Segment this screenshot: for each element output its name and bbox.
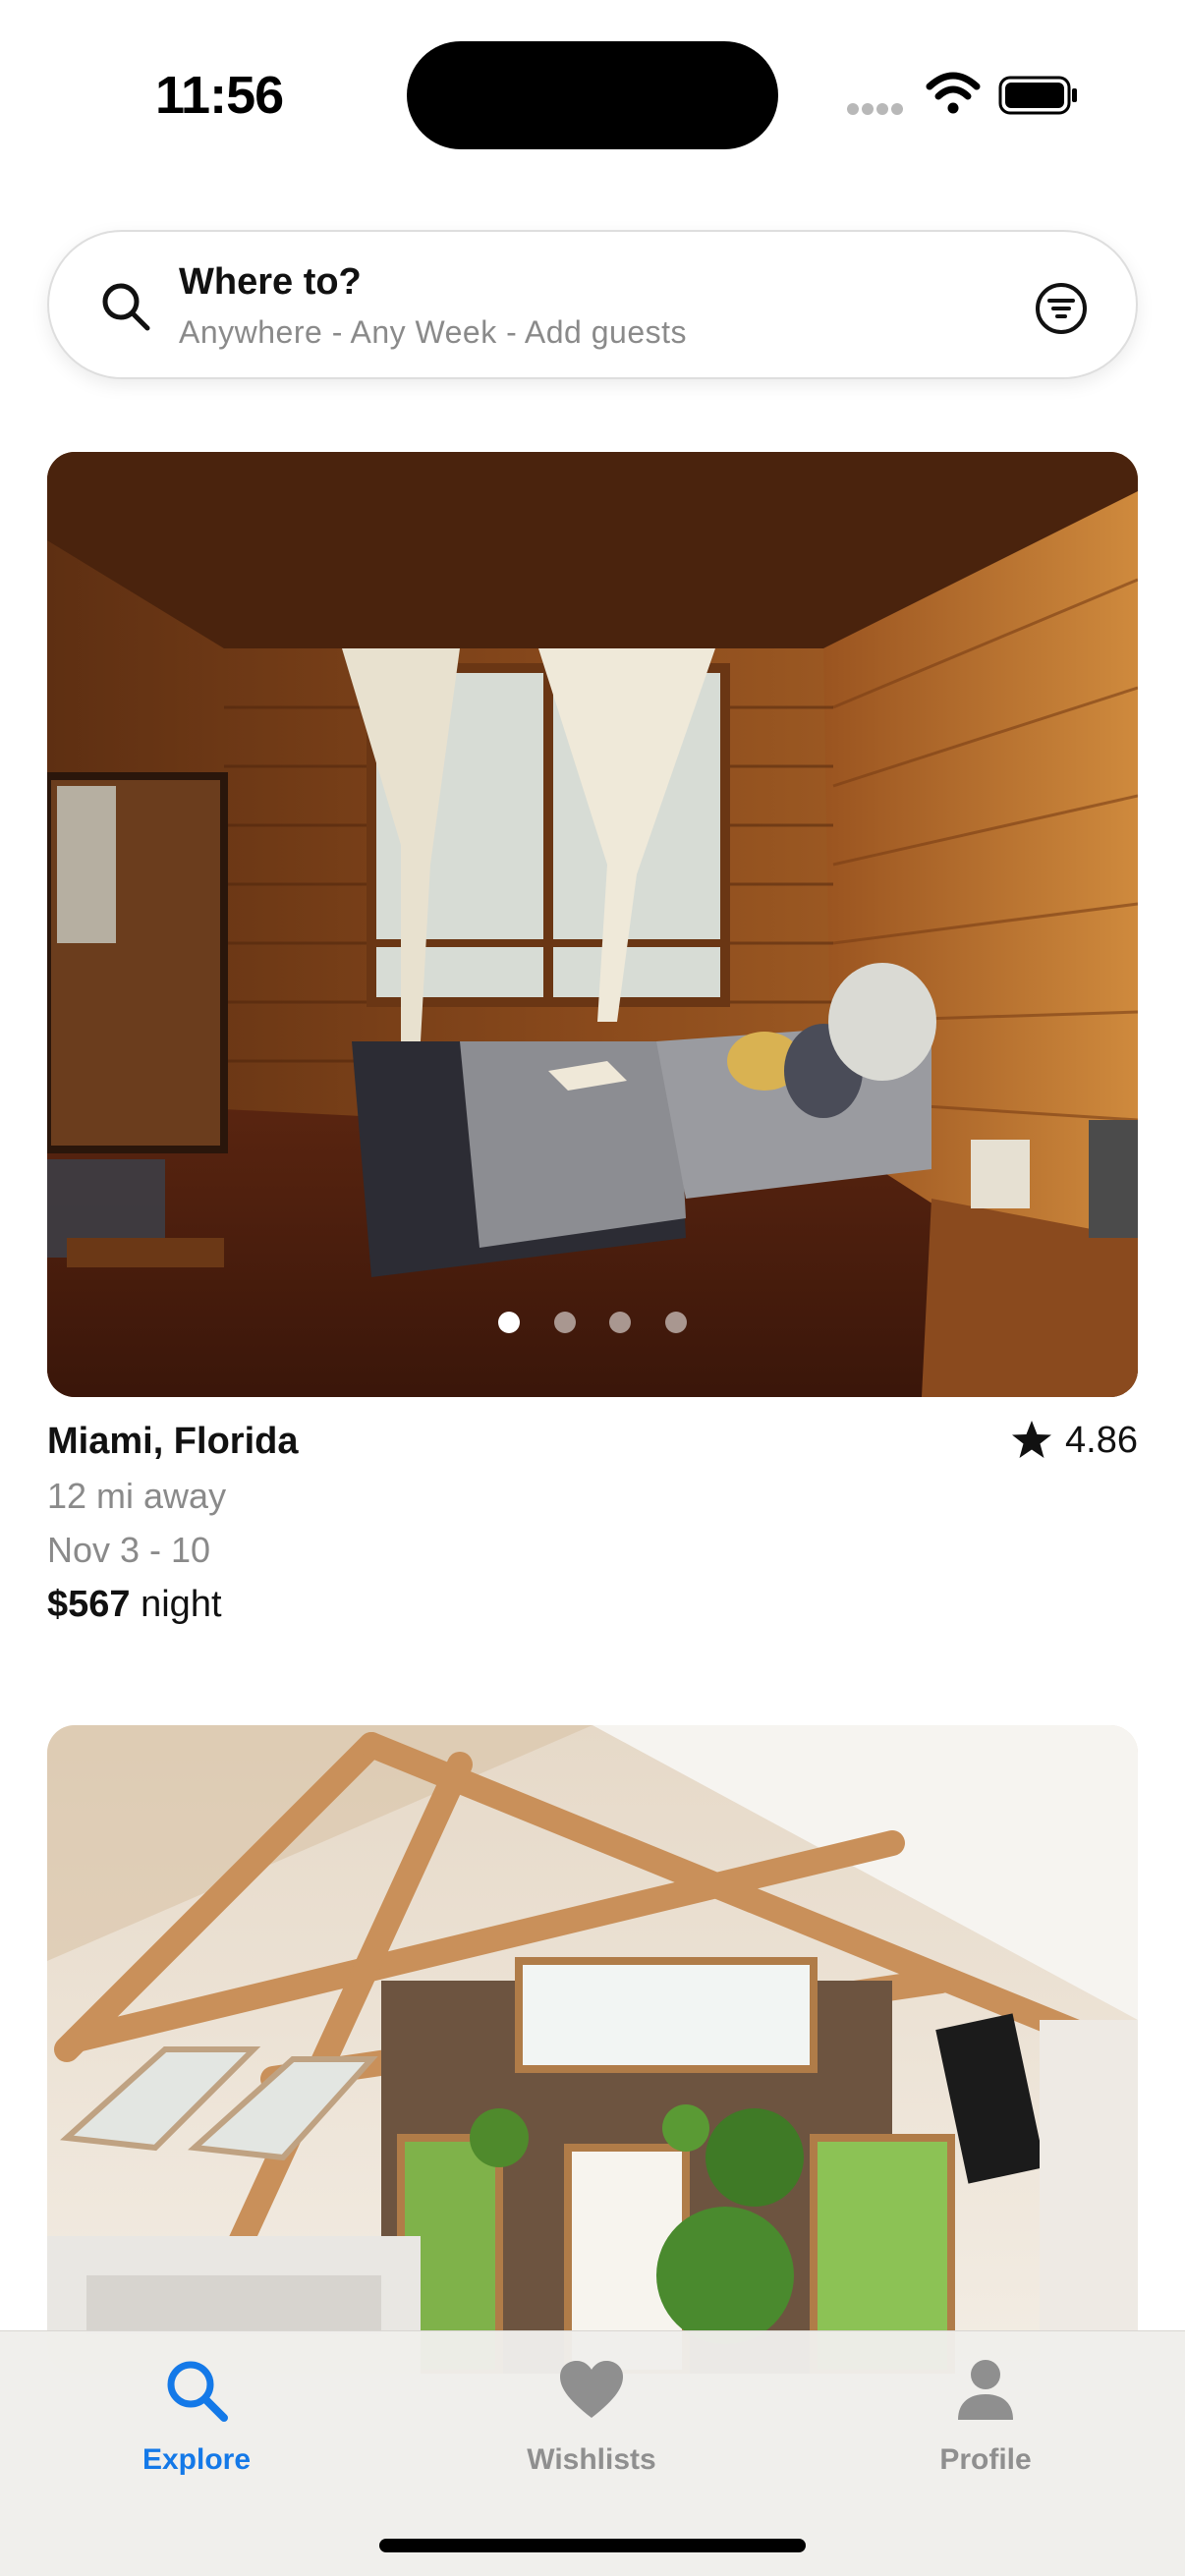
price-unit: night — [141, 1584, 222, 1625]
search-icon — [167, 2361, 228, 2422]
tab-label: Profile — [939, 2443, 1032, 2476]
search-icon — [102, 283, 150, 331]
price-amount: $567 — [47, 1584, 131, 1625]
listing-photo[interactable] — [47, 452, 1138, 1397]
page-dot-active[interactable] — [498, 1312, 521, 1333]
tab-wishlists[interactable]: Wishlists — [464, 2355, 719, 2477]
tab-label: Wishlists — [527, 2443, 656, 2476]
page-dot[interactable] — [553, 1312, 576, 1333]
page-dot[interactable] — [609, 1312, 632, 1333]
filter-icon[interactable] — [1034, 281, 1089, 336]
listing-dates: Nov 3 - 10 — [47, 1530, 211, 1570]
listing-photo[interactable] — [47, 1725, 1138, 2374]
battery-icon — [998, 76, 1077, 115]
listing-location[interactable]: Miami, Florida — [47, 1421, 298, 1463]
listing-distance: 12 mi away — [47, 1476, 227, 1516]
search-bar[interactable]: Where to? Anywhere - Any Week - Add gues… — [47, 230, 1138, 379]
status-time: 11:56 — [155, 66, 284, 125]
cellular-signal-icon — [847, 102, 906, 120]
heart-icon — [560, 2361, 623, 2418]
page-dot[interactable] — [664, 1312, 687, 1333]
explore-screen: 11:56 Where to? Anywhere - Any Week - Ad… — [0, 0, 1185, 2576]
wifi-icon — [926, 72, 981, 114]
cabin-bedroom-image — [47, 452, 1138, 1397]
tab-label: Explore — [141, 2443, 252, 2476]
tab-profile[interactable]: Profile — [858, 2355, 1113, 2477]
search-subtitle: Anywhere - Any Week - Add guests — [179, 314, 687, 350]
home-indicator[interactable] — [379, 2539, 806, 2552]
photo-page-indicator[interactable] — [47, 1312, 1138, 1338]
dynamic-island — [407, 41, 778, 149]
search-title: Where to? — [179, 261, 362, 303]
tab-explore[interactable]: Explore — [69, 2355, 324, 2477]
rating-value: 4.86 — [1065, 1419, 1138, 1461]
listing-rating: 4.86 — [1010, 1419, 1138, 1462]
person-icon — [958, 2360, 1013, 2420]
star-icon — [1012, 1421, 1052, 1458]
listing-price: $567 night — [47, 1584, 222, 1626]
cabin-loft-image — [47, 1725, 1138, 2374]
